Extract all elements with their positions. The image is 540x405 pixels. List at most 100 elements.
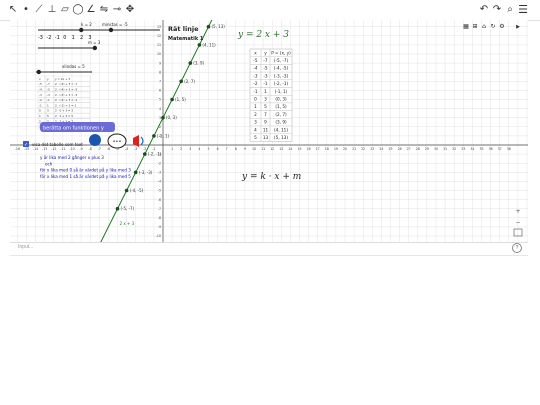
move-icon[interactable]: ↖ [6, 3, 20, 17]
speech-bubble-blue-icon[interactable] [89, 134, 101, 146]
small-table-text: -1 [39, 103, 42, 107]
point-p[interactable] [152, 134, 156, 138]
x-tick-label: 4 [198, 147, 200, 151]
point-p[interactable] [206, 24, 211, 29]
show-table-label: visa det tabelle som text [32, 142, 83, 147]
input-bar[interactable]: Input... ? [10, 243, 528, 256]
point-p[interactable] [143, 152, 147, 156]
x-tick-label: -14 [33, 147, 38, 151]
move-view-icon[interactable]: ✥ [123, 3, 137, 17]
graph-grid-icon[interactable]: ▦ [463, 23, 469, 30]
point-label: (2, 7) [184, 79, 195, 84]
zoom-out-icon[interactable]: − [515, 219, 520, 226]
small-table-text: 2 [39, 119, 41, 123]
y-tick-label: -5 [158, 189, 161, 193]
table-cell-text: 1 [264, 89, 267, 94]
graphics-view[interactable]: -16 -15 -14 -13 -12 -11 -10 -9 -8 -7 -6 -5 -4 -3 -2 -1 1… [10, 20, 528, 243]
y-tick-label: 8 [159, 70, 161, 74]
gear-icon[interactable]: ⚙ [499, 23, 504, 30]
table-cell-text: (5, 13) [274, 135, 288, 140]
point-p[interactable] [115, 206, 120, 211]
table-cell-text: -2 [253, 81, 258, 86]
top-toolbar: ↖ • ⟋ ⊥ ▱ ◯ ∠ ⇋ ⊸ ✥ ↶ ↷ ⌕ ☰ [0, 0, 540, 21]
slider-icon[interactable]: ⊸ [110, 3, 124, 17]
small-table-text: 1 [39, 114, 41, 118]
y-tick-label: 4 [159, 107, 161, 111]
number-strip-value: -3 [38, 35, 43, 41]
slider-k-label: k = 2 [81, 22, 92, 27]
zoom-in-icon[interactable]: + [515, 208, 520, 215]
x-tick-label: 35 [479, 147, 483, 151]
number-strip-value: -1 [55, 35, 60, 41]
y-tick-label: 6 [159, 89, 161, 93]
undo-icon[interactable]: ↶ [477, 3, 491, 17]
x-tick-label: 1 [171, 147, 173, 151]
point-p[interactable] [197, 43, 202, 47]
tell-button-label[interactable]: berätta om funktionen y [43, 125, 104, 131]
y-tick-label: -3 [158, 171, 161, 175]
x-tick-label: 32 [452, 147, 456, 151]
x-tick-label: 17 [316, 147, 320, 151]
point-p[interactable] [161, 115, 165, 120]
help-icon[interactable]: ? [512, 243, 522, 253]
table-cell-text: (-5, -7) [274, 58, 289, 63]
slider-k-knob[interactable] [79, 27, 84, 33]
y-tick-label: 5 [159, 98, 161, 102]
small-table-text: 0 [39, 109, 41, 113]
y-tick-label: -9 [158, 225, 161, 229]
angle-icon[interactable]: ∠ [84, 3, 98, 17]
graphics-canvas[interactable]: -16 -15 -14 -13 -12 -11 -10 -9 -8 -7 -6 -5 -4 -3 -2 -1 1… [10, 20, 528, 242]
table-cell-text: -7 [263, 58, 268, 63]
point-p[interactable] [179, 79, 183, 84]
x-tick-label: -2 [143, 147, 146, 151]
table-cell-text: 1 [254, 104, 257, 109]
x-tick-label: 20 [343, 147, 347, 151]
small-table-text: 1 [47, 103, 49, 107]
point-icon[interactable]: • [19, 3, 33, 17]
slider-xlindas-knob[interactable] [36, 69, 41, 75]
description-line: y är lika med 2 gånger x plus 3 [40, 155, 104, 160]
description-line: och [45, 161, 53, 166]
point-p[interactable] [124, 188, 129, 193]
point-p[interactable] [133, 170, 138, 175]
reflect-icon[interactable]: ⇋ [97, 3, 111, 17]
small-table-text: y [47, 77, 49, 81]
y-tick-label: -10 [156, 234, 161, 238]
slider-minstas-knob[interactable] [108, 27, 114, 33]
small-table-text: -1 [47, 98, 50, 102]
x-tick-label: -11 [60, 147, 65, 151]
x-tick-label: 36 [489, 147, 493, 151]
x-tick-label: 19 [334, 147, 338, 151]
sound-wave-icon [140, 136, 144, 146]
x-tick-label: -10 [69, 147, 74, 151]
slider-m-knob[interactable] [92, 45, 98, 51]
point-p[interactable] [170, 97, 174, 102]
x-tick-label: 12 [270, 147, 274, 151]
style-bar-toggle-icon[interactable]: ▶ [516, 24, 520, 30]
redo-icon[interactable]: ↷ [490, 3, 504, 17]
line-icon[interactable]: ⟋ [32, 3, 46, 17]
refresh-icon[interactable]: ↻ [490, 23, 495, 30]
table-cell-text: 2 [254, 112, 257, 117]
small-table-text: 2 · (-4) + 3 = -5 [55, 88, 77, 92]
y-tick-label: -2 [158, 161, 161, 165]
x-tick-label: 28 [416, 147, 420, 151]
home-icon[interactable]: ⌂ [482, 23, 486, 30]
search-icon[interactable]: ⌕ [503, 3, 517, 17]
perpendicular-icon[interactable]: ⊥ [45, 3, 59, 17]
number-strip-value: 3 [88, 35, 91, 41]
y-tick-label: -8 [158, 216, 161, 220]
point-label: (-4, -5) [130, 188, 144, 193]
menu-icon[interactable]: ☰ [516, 3, 530, 17]
table-cell-text: -4 [253, 66, 258, 71]
small-table-text: 3 [47, 109, 49, 113]
table-cell-text: -3 [263, 73, 268, 78]
table-cell-text: (2, 7) [275, 112, 287, 117]
polygon-icon[interactable]: ▱ [58, 3, 72, 17]
circle-icon[interactable]: ◯ [71, 3, 85, 17]
small-table-text: 5 [47, 114, 49, 118]
axes-icon[interactable]: ⊞ [472, 23, 477, 30]
number-strip-value: 0 [63, 35, 66, 41]
point-p[interactable] [188, 61, 193, 65]
number-strip-value: 1 [72, 35, 75, 41]
